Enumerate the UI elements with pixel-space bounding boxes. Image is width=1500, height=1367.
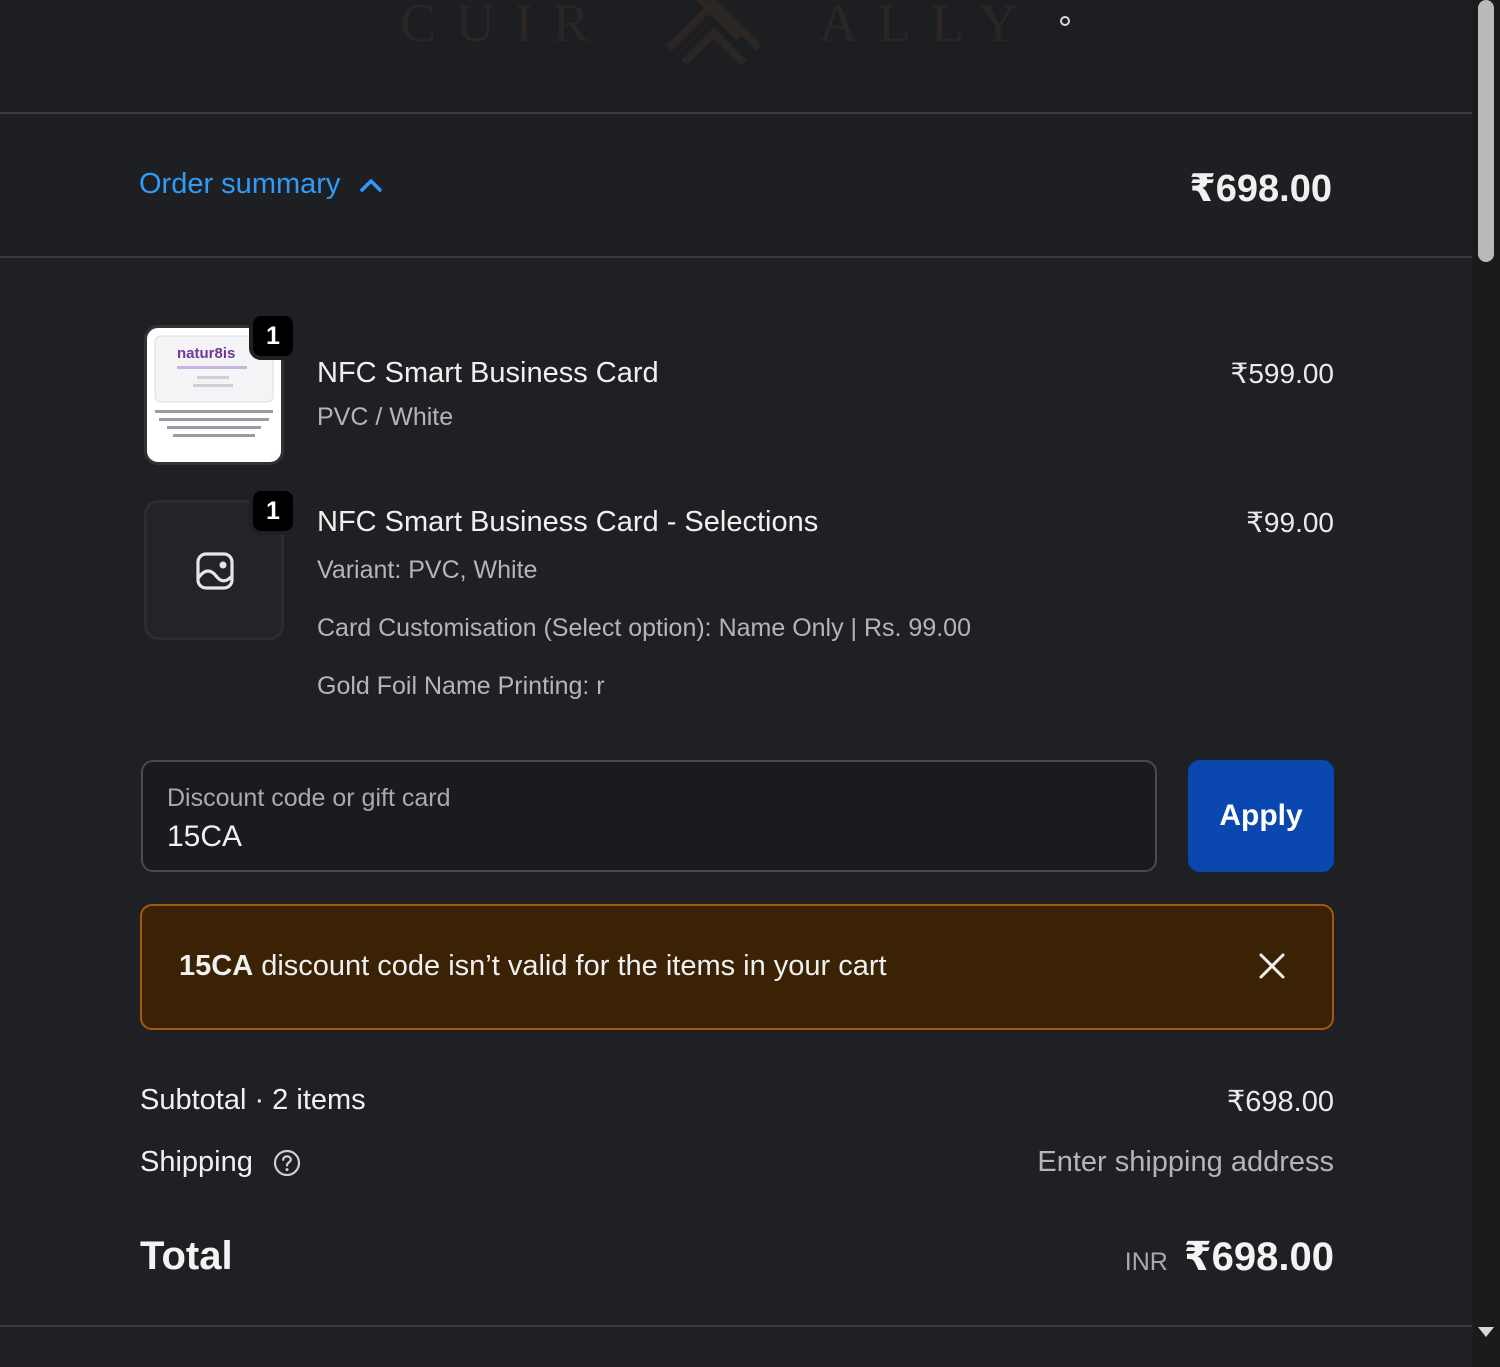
brand-logo[interactable]: CUIR ALLY (400, 0, 1100, 68)
quantity-badge: 1 (249, 312, 297, 360)
line-item: 1 NFC Smart Business Card - Selections V… (140, 487, 1334, 710)
discount-field-value[interactable]: 15CA (167, 820, 242, 854)
item-variant: Variant: PVC, White (317, 556, 538, 584)
total-amount: INR ₹698.00 (1125, 1234, 1334, 1280)
subtotal-value: ₹698.00 (1226, 1086, 1334, 1118)
alert-message: 15CA discount code isn’t valid for the i… (179, 950, 887, 983)
checkout-page: CUIR ALLY Order summary ₹698.00 natur8is… (0, 0, 1500, 1367)
subtotal-label: Subtotal · 2 items (140, 1084, 366, 1116)
total-label: Total (140, 1234, 233, 1278)
line-item: natur8is 1 NFC Smart Business Card PVC /… (140, 312, 1334, 465)
registered-mark-icon (1060, 16, 1070, 26)
order-summary-toggle[interactable]: Order summary (139, 168, 384, 201)
item-price: ₹99.00 (1246, 507, 1334, 538)
scroll-down-arrow-icon[interactable] (1478, 1327, 1494, 1337)
apply-button[interactable]: Apply (1188, 760, 1334, 872)
discount-code-field[interactable]: Discount code or gift card 15CA (141, 760, 1157, 872)
item-option-customisation: Card Customisation (Select option): Name… (317, 614, 971, 642)
item-variant: PVC / White (317, 403, 454, 431)
quantity-badge: 1 (249, 487, 297, 535)
shipping-value: Enter shipping address (1037, 1146, 1334, 1178)
alert-code: 15CA (179, 950, 254, 982)
discount-field-label: Discount code or gift card (167, 784, 451, 812)
help-circle-icon[interactable] (273, 1149, 301, 1177)
vertical-scrollbar[interactable] (1472, 0, 1500, 1367)
item-title: NFC Smart Business Card - Selections (317, 506, 819, 538)
logo-text-right: ALLY (819, 0, 1038, 53)
product-thumbnail: natur8is 1 (144, 312, 297, 465)
shipping-label: Shipping (140, 1146, 253, 1178)
header: CUIR ALLY (0, 0, 1472, 114)
scrollbar-thumb[interactable] (1478, 0, 1494, 262)
product-thumbnail: 1 (144, 487, 297, 640)
summary-total: ₹698.00 (1189, 168, 1332, 210)
discount-error-alert: 15CA discount code isn’t valid for the i… (140, 904, 1334, 1030)
shipping-row: Shipping (140, 1146, 301, 1179)
order-summary-label: Order summary (139, 168, 341, 200)
item-option-gold-foil: Gold Foil Name Printing: r (317, 672, 605, 700)
close-icon[interactable] (1256, 950, 1288, 982)
divider (0, 1325, 1472, 1327)
currency-code: INR (1124, 1248, 1168, 1276)
total-value: ₹698.00 (1183, 1235, 1334, 1279)
item-price: ₹599.00 (1230, 358, 1334, 389)
order-summary-bar: Order summary ₹698.00 (0, 116, 1472, 258)
card-brand-text: natur8is (177, 345, 235, 362)
logo-text-left: CUIR (400, 0, 610, 53)
chevron-up-icon (360, 178, 383, 192)
alert-text: discount code isn’t valid for the items … (253, 950, 887, 982)
logo-mark-icon (666, 0, 762, 66)
item-title: NFC Smart Business Card (317, 357, 659, 389)
